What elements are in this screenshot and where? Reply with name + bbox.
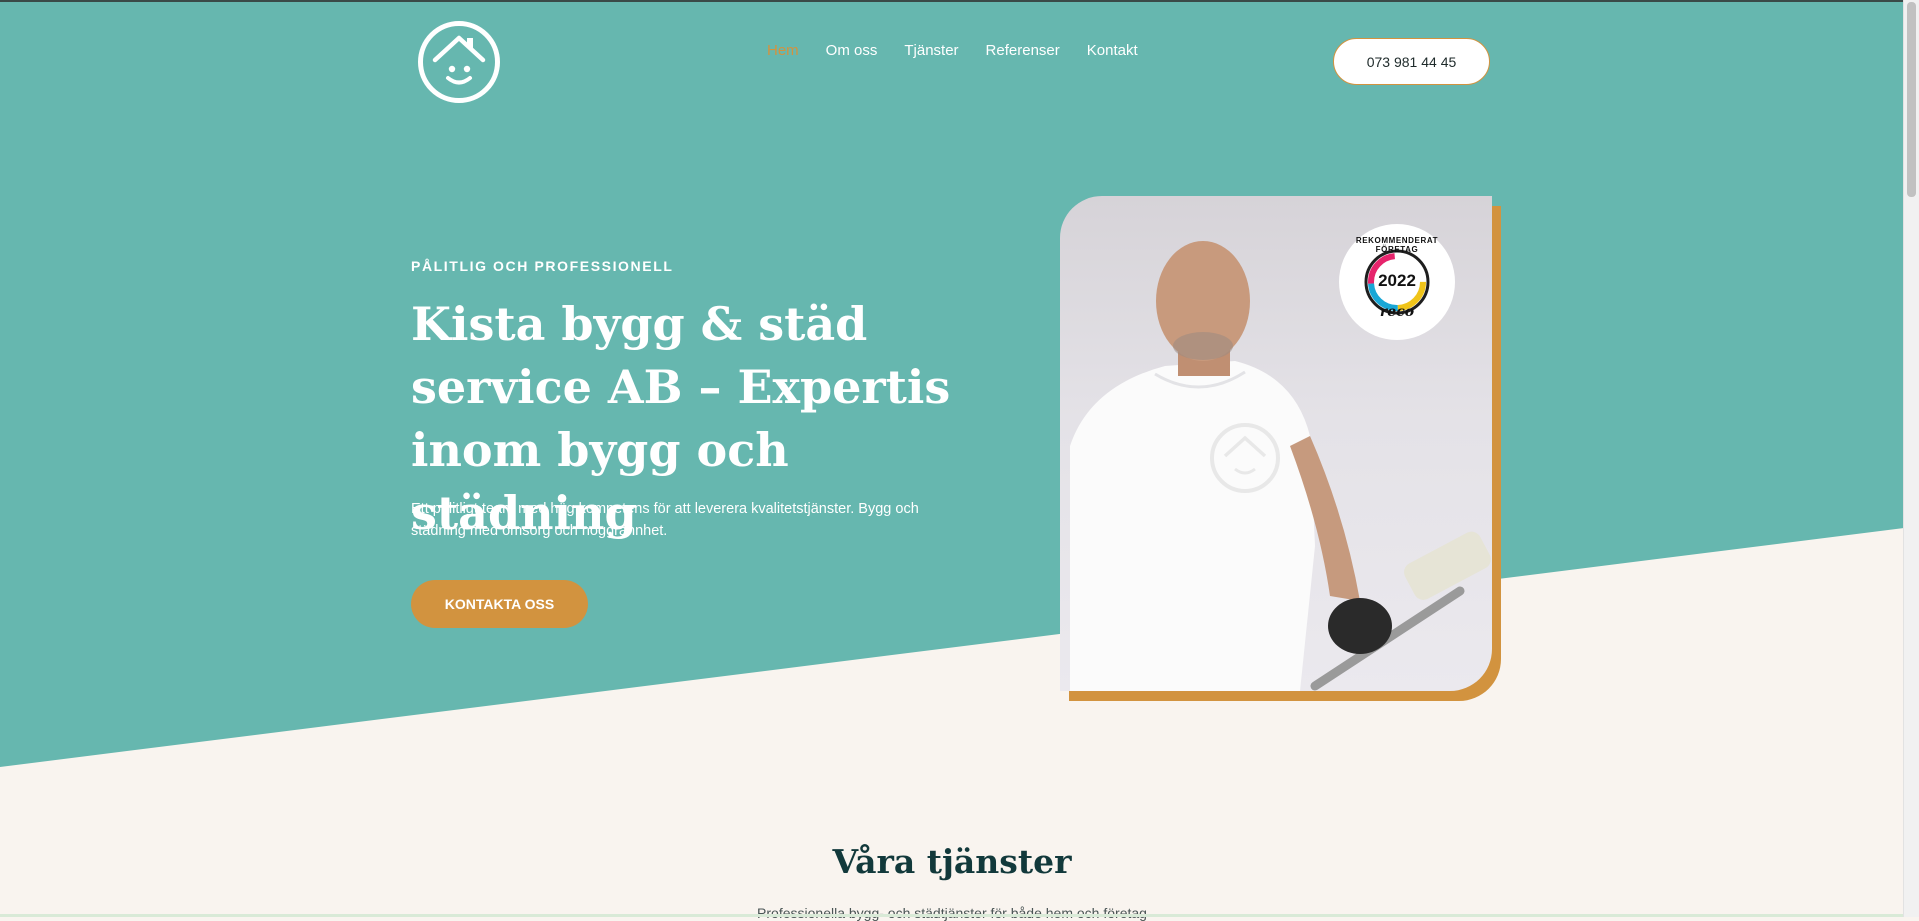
main-nav: Hem Om oss Tjänster Referenser Kontakt bbox=[767, 42, 1165, 73]
hero-description: Ett pålitligt team med hög kompetens för… bbox=[411, 501, 919, 539]
window-top-border bbox=[0, 0, 1919, 2]
services-title: Våra tjänster bbox=[832, 842, 1072, 881]
reco-2022-badge: REKOMMENDERAT FÖRETAG 2022 reco bbox=[1339, 224, 1455, 340]
contact-us-button[interactable]: KONTAKTA OSS bbox=[411, 580, 588, 628]
phone-button[interactable]: 073 981 44 45 bbox=[1333, 38, 1490, 85]
nav-item-referenser[interactable]: Referenser bbox=[986, 40, 1060, 62]
nav-item-hem[interactable]: Hem bbox=[767, 40, 799, 62]
vertical-scrollbar[interactable] bbox=[1903, 0, 1919, 917]
badge-year: 2022 bbox=[1378, 271, 1416, 290]
hero-eyebrow: PÅLITLIG OCH PROFESSIONELL bbox=[411, 258, 674, 274]
badge-top-text: REKOMMENDERAT FÖRETAG bbox=[1355, 236, 1439, 254]
nav-item-om-oss[interactable]: Om oss bbox=[826, 40, 878, 62]
house-smile-logo-icon[interactable] bbox=[417, 20, 501, 104]
services-subtitle: Professionella bygg- och städtjänster fö… bbox=[757, 905, 1147, 921]
nav-item-kontakt[interactable]: Kontakt bbox=[1087, 40, 1138, 62]
nav-item-tjanster[interactable]: Tjänster bbox=[904, 40, 958, 62]
badge-brand: reco bbox=[1379, 304, 1415, 320]
scrollbar-thumb[interactable] bbox=[1907, 2, 1916, 197]
